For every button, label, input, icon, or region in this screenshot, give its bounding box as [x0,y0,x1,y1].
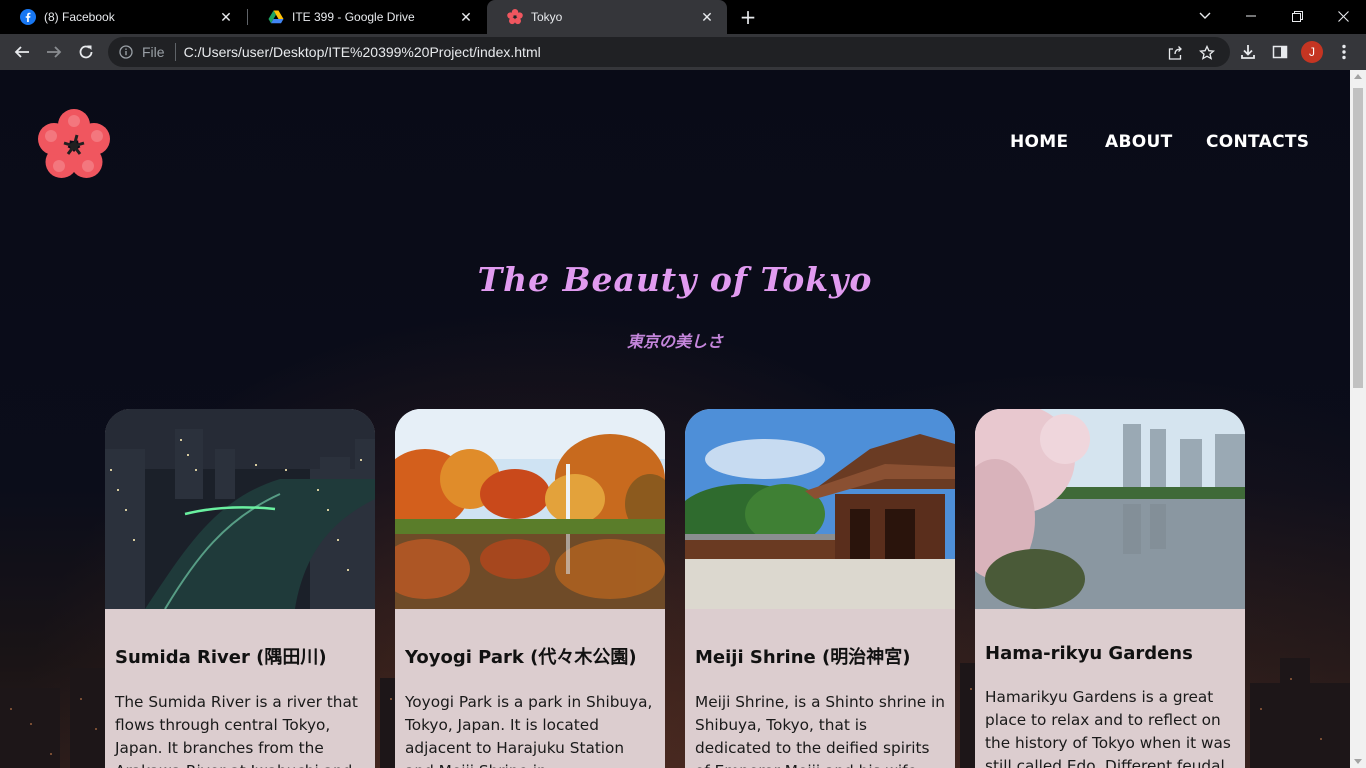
card-title: Yoyogi Park (代々木公園) [405,647,637,668]
card-hama-rikyu-gardens[interactable]: Hama-rikyu Gardens Hamarikyu Gardens is … [975,409,1245,768]
address-bar[interactable]: File C:/Users/user/Desktop/ITE%20399%20P… [108,37,1230,67]
page-viewport: HOME ABOUT CONTACTS The Beauty of Tokyo … [0,70,1350,768]
sumida-river-photo [105,409,375,609]
reload-button[interactable] [72,38,100,66]
close-tab-icon[interactable]: ✕ [218,9,234,25]
google-drive-icon [268,9,284,25]
new-tab-button[interactable]: + [736,6,760,28]
card-meiji-shrine[interactable]: Meiji Shrine (明治神宮) Meiji Shrine, is a S… [685,409,955,768]
tab-facebook[interactable]: (8) Facebook ✕ [0,0,246,34]
share-icon[interactable] [1166,44,1184,62]
back-button[interactable] [8,38,36,66]
card-text: The Sumida River is a river that flows t… [115,693,358,768]
tab-title: Tokyo [531,10,563,24]
card-text: Yoyogi Park is a park in Shibuya, Tokyo,… [405,693,653,768]
tab-strip: (8) Facebook ✕ ITE 399 - Google Drive ✕ … [0,0,1366,34]
menu-icon[interactable] [1334,42,1354,62]
card-sumida-river[interactable]: Sumida River (隅田川) The Sumida River is a… [105,409,375,768]
tab-title: (8) Facebook [44,10,115,24]
bookmark-star-icon[interactable] [1198,44,1216,62]
page-scrollbar[interactable] [1350,70,1366,768]
profile-avatar[interactable]: J [1301,41,1323,63]
meiji-shrine-photo [685,409,955,609]
browser-toolbar: File C:/Users/user/Desktop/ITE%20399%20P… [0,34,1366,70]
nav-home-link[interactable]: HOME [1010,132,1068,152]
page-title: The Beauty of Tokyo [477,260,873,299]
download-icon[interactable] [1238,42,1258,62]
side-panel-icon[interactable] [1270,42,1290,62]
forward-button[interactable] [40,38,68,66]
card-text: Hamarikyu Gardens is a great place to re… [985,688,1231,768]
url-scheme: File [142,44,165,60]
tab-google-drive[interactable]: ITE 399 - Google Drive ✕ [248,0,486,34]
yoyogi-park-photo [395,409,665,609]
minimize-button[interactable] [1228,0,1274,32]
tab-search-icon[interactable] [1182,0,1228,32]
plum-blossom-logo[interactable] [37,108,111,180]
close-tab-icon[interactable]: ✕ [458,9,474,25]
card-yoyogi-park[interactable]: Yoyogi Park (代々木公園) Yoyogi Park is a par… [395,409,665,768]
url-text[interactable]: C:/Users/user/Desktop/ITE%20399%20Projec… [184,44,541,60]
card-title: Hama-rikyu Gardens [985,643,1193,664]
facebook-icon [20,9,36,25]
scroll-up-arrow-icon[interactable] [1354,74,1362,79]
close-window-button[interactable] [1320,0,1366,32]
close-tab-icon[interactable]: ✕ [699,9,715,25]
scrollbar-thumb[interactable] [1353,88,1363,388]
flower-icon [507,9,523,25]
nav-contacts-link[interactable]: CONTACTS [1206,132,1309,152]
tab-title: ITE 399 - Google Drive [292,10,415,24]
nav-about-link[interactable]: ABOUT [1105,132,1172,152]
restore-button[interactable] [1274,0,1320,32]
tab-tokyo[interactable]: Tokyo ✕ [487,0,727,34]
card-title: Sumida River (隅田川) [115,647,327,668]
page-subtitle: 東京の美しさ [626,332,723,351]
hama-rikyu-gardens-photo [975,409,1245,609]
scroll-down-arrow-icon[interactable] [1354,759,1362,764]
card-title: Meiji Shrine (明治神宮) [695,647,911,668]
info-icon[interactable] [118,44,134,60]
card-text: Meiji Shrine, is a Shinto shrine in Shib… [695,693,946,768]
divider [174,43,176,61]
